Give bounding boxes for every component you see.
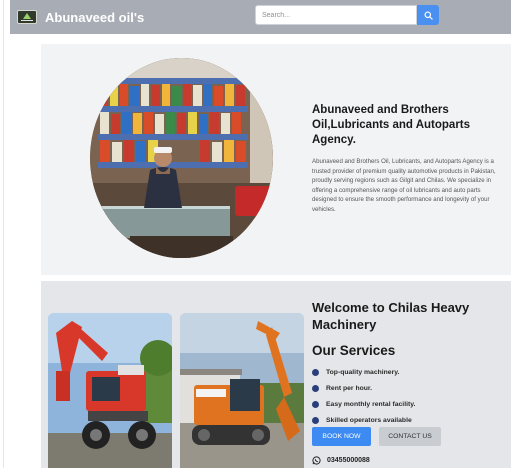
list-item: Rent per hour. [312,380,415,396]
bullet-icon [312,416,319,424]
search-input[interactable] [255,5,417,25]
excavator-photo-2 [180,313,304,468]
shop-photo [90,58,273,258]
bullet-icon [312,368,319,376]
about-title: Abunaveed and Brothers Oil,Lubricants an… [312,104,471,146]
whatsapp-icon [312,456,321,465]
contact-us-button[interactable]: CONTACT US [379,427,441,446]
book-now-button[interactable]: BOOK NOW [312,427,371,446]
brand-name[interactable]: Abunaveed oil's [45,10,144,25]
services-section: Welcome to Chilas Heavy Machinery Our Se… [41,281,511,468]
page: Abunaveed oil's Search... Abunaveed and … [0,0,511,468]
left-divider [3,0,4,468]
about-section: Abunaveed and Brothers Oil,Lubricants an… [41,44,511,275]
list-item: Easy monthly rental facility. [312,396,415,412]
search-button[interactable] [417,5,439,25]
navbar: Abunaveed oil's [10,0,511,34]
welcome-title: Welcome to Chilas Heavy Machinery [312,300,470,332]
list-item: Top-quality machinery. [312,364,415,380]
list-item: Skilled operators available [312,412,415,428]
search-icon [423,10,433,20]
bullet-icon [312,400,319,408]
phone-contact[interactable]: 03455000088 [312,456,370,465]
phone-number: 03455000088 [327,457,370,464]
services-list: Top-quality machinery. Rent per hour. Ea… [312,364,415,428]
logo-icon[interactable] [17,10,37,24]
bullet-icon [312,384,319,392]
about-description: Abunaveed and Brothers Oil, Lubricants, … [312,158,496,213]
services-title: Our Services [312,343,396,358]
excavator-photo-1 [48,313,172,468]
